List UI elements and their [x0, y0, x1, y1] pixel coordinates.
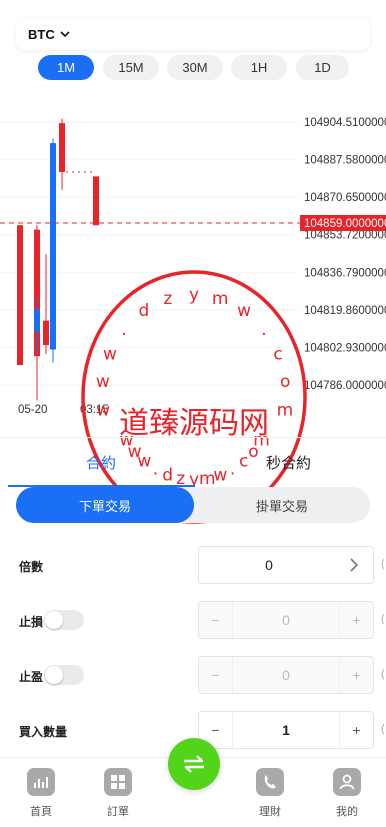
price-level-label: 104802.9300000 — [304, 342, 386, 354]
price-chart[interactable]: 104904.5100000 104887.5800000 104870.65000… — [0, 95, 386, 425]
nav-orders[interactable]: 訂單 — [98, 768, 138, 819]
nav-home-label: 首頁 — [30, 806, 52, 818]
trade-fab-button[interactable] — [168, 738, 220, 790]
price-level-label: 104904.5100000 — [304, 117, 386, 129]
contract-tabs: 合約 秒合約 — [0, 437, 386, 489]
price-level-label: 104853.7200000 — [304, 230, 386, 242]
candle-body — [43, 320, 49, 346]
stop-loss-value[interactable]: 0 — [233, 612, 339, 628]
chart-icon — [27, 768, 55, 796]
symbol-selector[interactable]: BTC — [16, 18, 370, 50]
price-level-label: 104836.7900000 — [304, 267, 386, 279]
stop-loss-toggle[interactable] — [44, 610, 84, 630]
timeframe-1d[interactable]: 1D — [296, 55, 349, 80]
candlestick-chart: 104904.5100000 104887.5800000 104870.65000… — [0, 117, 386, 416]
timeframe-15m[interactable]: 15M — [103, 55, 159, 80]
price-level-label: 104819.8600000 — [304, 305, 386, 317]
take-profit-plus-button[interactable]: + — [339, 657, 373, 693]
tab-contract[interactable]: 合約 — [86, 452, 116, 473]
x-axis-label: 05-20 — [18, 404, 47, 416]
edge-mark: ( — [381, 668, 385, 680]
market-order-button[interactable]: 下單交易 — [16, 487, 194, 523]
symbol-label: BTC — [28, 26, 55, 42]
candle-body — [59, 123, 65, 172]
leverage-value: 0 — [265, 557, 273, 573]
order-type-switch: 下單交易 掛單交易 — [16, 487, 370, 523]
candle-body — [34, 309, 40, 332]
nav-profile-label: 我的 — [336, 806, 358, 818]
toggle-knob — [45, 666, 63, 684]
take-profit-minus-button[interactable]: − — [199, 657, 233, 693]
take-profit-label: 止盈 — [19, 670, 44, 684]
stop-loss-minus-button[interactable]: − — [199, 602, 233, 638]
take-profit-value[interactable]: 0 — [233, 667, 339, 683]
phone-icon — [256, 768, 284, 796]
take-profit-stepper: − 0 + — [198, 656, 374, 694]
leverage-select[interactable]: 0 — [198, 546, 374, 584]
candle-body — [50, 143, 56, 350]
candle-body — [93, 176, 99, 226]
stop-loss-label: 止損 — [19, 615, 44, 629]
price-level-label: 104870.6500000 — [304, 192, 386, 204]
nav-orders-label: 訂單 — [107, 806, 129, 818]
timeframe-1m[interactable]: 1M — [38, 55, 94, 80]
timeframe-30m[interactable]: 30M — [167, 55, 223, 80]
current-price-label: 104859.0000000 — [304, 218, 386, 230]
edge-mark: ( — [381, 613, 385, 625]
user-icon — [333, 768, 361, 796]
stop-loss-plus-button[interactable]: + — [339, 602, 373, 638]
x-axis-label: 03:15 — [80, 404, 109, 416]
timeframe-selector: 1M 15M 30M 1H 1D — [0, 55, 386, 81]
nav-finance-label: 理財 — [259, 806, 281, 818]
chevron-down-icon — [60, 31, 70, 38]
stop-loss-stepper: − 0 + — [198, 601, 374, 639]
price-level-label: 104786.0000000 — [304, 380, 386, 392]
candle-body — [17, 225, 23, 366]
nav-home[interactable]: 首頁 — [21, 768, 61, 819]
tab-second-contract[interactable]: 秒合約 — [266, 452, 311, 473]
price-level-label: 104887.5800000 — [304, 155, 386, 167]
grid-icon — [104, 768, 132, 796]
timeframe-1h[interactable]: 1H — [231, 55, 287, 80]
edge-mark: ( — [381, 723, 385, 735]
nav-finance[interactable]: 理財 — [250, 768, 290, 819]
take-profit-toggle[interactable] — [44, 665, 84, 685]
quantity-label: 買入數量 — [19, 725, 68, 739]
leverage-label: 倍數 — [19, 560, 44, 574]
quantity-stepper: − 1 + — [198, 711, 374, 749]
pending-order-button[interactable]: 掛單交易 — [194, 487, 370, 523]
chevron-right-icon — [350, 558, 359, 572]
toggle-knob — [45, 611, 63, 629]
edge-mark: ( — [381, 558, 385, 570]
swap-icon — [184, 755, 204, 773]
quantity-value[interactable]: 1 — [233, 722, 339, 738]
quantity-plus-button[interactable]: + — [339, 712, 373, 748]
nav-profile[interactable]: 我的 — [327, 768, 367, 819]
